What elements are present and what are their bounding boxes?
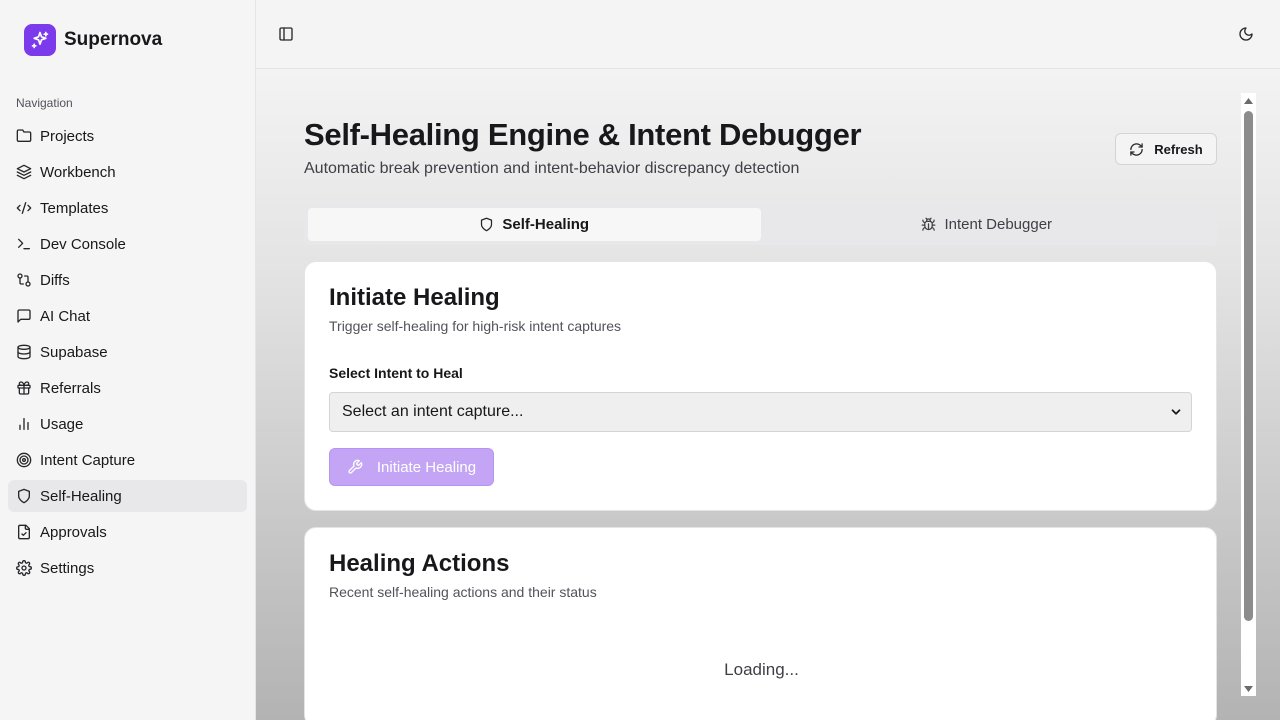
scroll-down-arrow-icon[interactable] bbox=[1241, 681, 1256, 696]
scroll-up-arrow-icon[interactable] bbox=[1241, 93, 1256, 108]
message-square-icon bbox=[16, 308, 32, 324]
tab-intent-debugger[interactable]: Intent Debugger bbox=[761, 208, 1214, 241]
topbar bbox=[256, 0, 1280, 69]
wrench-icon bbox=[347, 459, 363, 475]
sidebar-item-templates[interactable]: Templates bbox=[8, 192, 247, 224]
loading-text: Loading... bbox=[724, 660, 799, 679]
nav-heading: Navigation bbox=[16, 96, 73, 110]
panel-left-icon[interactable] bbox=[276, 24, 296, 44]
tab-label: Intent Debugger bbox=[944, 216, 1053, 233]
card-description: Trigger self-healing for high-risk inten… bbox=[329, 318, 622, 334]
chevron-down-icon bbox=[1169, 405, 1183, 419]
folder-icon bbox=[16, 128, 32, 144]
tab-self-healing[interactable]: Self-Healing bbox=[308, 208, 761, 241]
bar-chart-icon bbox=[16, 416, 32, 432]
sidebar-item-label: Dev Console bbox=[40, 235, 126, 253]
terminal-icon bbox=[16, 236, 32, 252]
git-compare-icon bbox=[16, 272, 32, 288]
brand[interactable]: Supernova bbox=[24, 24, 162, 56]
shield-icon bbox=[16, 488, 32, 504]
sidebar-item-label: Diffs bbox=[40, 271, 70, 289]
initiate-healing-label: Initiate Healing bbox=[376, 458, 477, 476]
sidebar-item-label: Supabase bbox=[40, 343, 108, 361]
sidebar-item-dev-console[interactable]: Dev Console bbox=[8, 228, 247, 260]
intent-select-value: Select an intent capture... bbox=[342, 403, 524, 420]
file-check-icon bbox=[16, 524, 32, 540]
scrollbar-thumb[interactable] bbox=[1244, 111, 1253, 621]
sidebar-item-approvals[interactable]: Approvals bbox=[8, 516, 247, 548]
sidebar-item-settings[interactable]: Settings bbox=[8, 552, 247, 584]
sidebar-item-label: Approvals bbox=[40, 523, 107, 541]
target-icon bbox=[16, 452, 32, 468]
sidebar-item-label: Intent Capture bbox=[40, 451, 136, 469]
bug-icon bbox=[921, 217, 936, 232]
sidebar-item-label: Templates bbox=[40, 199, 109, 217]
sidebar-item-label: Referrals bbox=[40, 379, 101, 397]
sidebar-item-intent-capture[interactable]: Intent Capture bbox=[8, 444, 247, 476]
main-content: Self-Healing Engine & Intent Debugger Au… bbox=[256, 69, 1280, 720]
initiate-healing-button[interactable]: Initiate Healing bbox=[329, 448, 494, 486]
gift-icon bbox=[16, 380, 32, 396]
card-description: Recent self-healing actions and their st… bbox=[329, 584, 597, 600]
sidebar-item-label: Usage bbox=[40, 415, 84, 433]
database-icon bbox=[16, 344, 32, 360]
initiate-healing-card: Initiate Healing Trigger self-healing fo… bbox=[304, 261, 1217, 511]
shield-icon bbox=[479, 217, 494, 232]
healing-actions-card: Healing Actions Recent self-healing acti… bbox=[304, 527, 1217, 720]
intent-select-label: Select Intent to Heal bbox=[329, 365, 463, 381]
sidebar-item-label: Settings bbox=[40, 559, 95, 577]
tab-list: Self-Healing Intent Debugger bbox=[304, 204, 1217, 245]
brand-name: Supernova bbox=[64, 29, 163, 50]
layers-icon bbox=[16, 164, 32, 180]
sidebar-item-usage[interactable]: Usage bbox=[8, 408, 247, 440]
sidebar-item-projects[interactable]: Projects bbox=[8, 120, 247, 152]
sidebar-item-referrals[interactable]: Referrals bbox=[8, 372, 247, 404]
sidebar-item-label: Self-Healing bbox=[40, 487, 122, 505]
refresh-icon bbox=[1129, 142, 1144, 157]
sidebar-item-label: Workbench bbox=[40, 163, 116, 181]
sidebar-item-label: Projects bbox=[40, 127, 95, 145]
sidebar-item-workbench[interactable]: Workbench bbox=[8, 156, 247, 188]
sparkles-icon bbox=[24, 24, 56, 56]
card-title: Initiate Healing bbox=[329, 284, 500, 311]
code-icon bbox=[16, 200, 32, 216]
card-title: Healing Actions bbox=[329, 550, 510, 577]
page-title: Self-Healing Engine & Intent Debugger bbox=[304, 117, 862, 152]
intent-select[interactable]: Select an intent capture... bbox=[329, 392, 1192, 432]
tab-label: Self-Healing bbox=[502, 216, 590, 233]
refresh-button[interactable]: Refresh bbox=[1115, 133, 1217, 165]
sidebar-item-self-healing[interactable]: Self-Healing bbox=[8, 480, 247, 512]
gear-icon bbox=[16, 560, 32, 576]
moon-icon[interactable] bbox=[1236, 24, 1256, 44]
sidebar-item-ai-chat[interactable]: AI Chat bbox=[8, 300, 247, 332]
refresh-label: Refresh bbox=[1154, 141, 1203, 157]
nav-list: Projects Workbench Templates Dev Console… bbox=[8, 120, 247, 588]
sidebar: Supernova Navigation Projects Workbench … bbox=[0, 0, 256, 720]
sidebar-item-label: AI Chat bbox=[40, 307, 91, 325]
main-scrollbar[interactable] bbox=[1241, 93, 1256, 696]
sidebar-item-supabase[interactable]: Supabase bbox=[8, 336, 247, 368]
sidebar-item-diffs[interactable]: Diffs bbox=[8, 264, 247, 296]
page-subtitle: Automatic break prevention and intent-be… bbox=[304, 160, 800, 177]
